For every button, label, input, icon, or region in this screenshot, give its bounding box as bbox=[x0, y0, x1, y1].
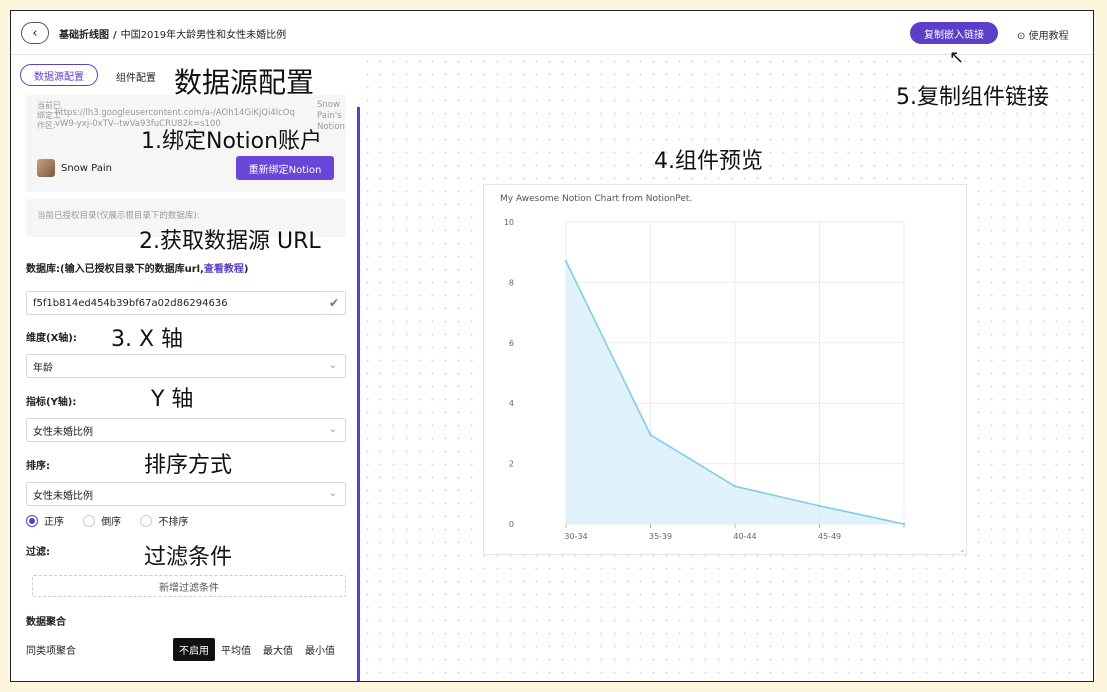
data-point bbox=[902, 522, 906, 526]
radio-label: 不排序 bbox=[158, 517, 189, 528]
sort-field-select[interactable]: 女性未婚比例 ⌄ bbox=[26, 482, 346, 506]
chevron-down-icon: ⌄ bbox=[328, 360, 337, 371]
annotation-title: 数据源配置 bbox=[174, 66, 315, 99]
back-button[interactable]: ‹ bbox=[21, 22, 49, 44]
radio-dot bbox=[83, 514, 96, 527]
y-axis-select[interactable]: 女性未婚比例 ⌄ bbox=[26, 418, 346, 442]
check-icon: ✔ bbox=[328, 296, 339, 310]
agg-option-min[interactable]: 最小值 bbox=[299, 638, 341, 661]
radio-no-sort[interactable]: 不排序 bbox=[140, 513, 188, 528]
y-tick-label: 8 bbox=[509, 278, 514, 287]
sort-field-value: 女性未婚比例 bbox=[33, 490, 93, 502]
radio-label: 倒序 bbox=[101, 517, 122, 528]
annotation-y-axis: Y 轴 bbox=[151, 387, 194, 412]
annotation-preview: 4.组件预览 bbox=[654, 149, 763, 174]
y-tick-label: 4 bbox=[509, 399, 514, 408]
view-tutorial-link[interactable]: 查看教程 bbox=[204, 264, 244, 275]
y-tick-label: 6 bbox=[509, 339, 514, 348]
app-window: ‹ 基础折线图 / 中国2019年大龄男性和女性未婚比例 复制嵌入链接 ⊙ 使用教程… bbox=[10, 10, 1094, 682]
database-url-input[interactable]: f5f1b814ed454b39bf67a02d86294636 ✔ bbox=[26, 291, 346, 315]
y-tick-label: 10 bbox=[504, 218, 514, 227]
rebind-notion-button[interactable]: 重新绑定Notion bbox=[236, 156, 334, 180]
y-tick-label: 2 bbox=[509, 460, 514, 469]
sort-label: 排序: bbox=[26, 461, 50, 472]
page-title: 中国2019年大龄男性和女性未婚比例 bbox=[120, 30, 287, 41]
chevron-down-icon: ⌄ bbox=[328, 424, 337, 435]
question-circle-icon: ⊙ bbox=[1017, 31, 1026, 42]
arrow-up-icon: ↖ bbox=[949, 47, 965, 68]
radio-descending[interactable]: 倒序 bbox=[83, 513, 121, 528]
add-filter-button[interactable]: 新增过滤条件 bbox=[32, 575, 346, 597]
radio-dot bbox=[26, 514, 38, 527]
annotation-sort: 排序方式 bbox=[144, 453, 233, 478]
annotation-filter: 过滤条件 bbox=[144, 545, 233, 570]
sort-order-radios: 正序 倒序 不排序 bbox=[26, 513, 204, 530]
radio-dot bbox=[140, 514, 153, 527]
database-url-value: f5f1b814ed454b39bf67a02d86294636 bbox=[33, 297, 228, 309]
avatar bbox=[37, 159, 55, 177]
y-axis-value: 女性未婚比例 bbox=[33, 426, 93, 438]
tab-datasource-config[interactable]: 数据源配置 bbox=[20, 64, 98, 86]
agg-option-average[interactable]: 平均值 bbox=[215, 638, 257, 661]
agg-option-max[interactable]: 最大值 bbox=[257, 638, 299, 661]
x-axis-select[interactable]: 年龄 ⌄ bbox=[26, 354, 346, 378]
chevron-down-icon: ⌄ bbox=[328, 488, 337, 499]
x-tick-label: 40-44 bbox=[733, 532, 756, 541]
radio-ascending[interactable]: 正序 bbox=[26, 513, 64, 528]
radio-label: 正序 bbox=[44, 517, 64, 528]
annotation-x-axis: 3. X 轴 bbox=[111, 327, 184, 352]
annotation-copy-link: 5.复制组件链接 bbox=[896, 85, 1049, 110]
x-tick-label: 35-39 bbox=[649, 532, 672, 541]
breadcrumb-separator: / bbox=[113, 30, 117, 41]
y-axis-label: 指标(Y轴): bbox=[26, 397, 77, 408]
annotation-bind-notion: 1.绑定Notion账户 bbox=[141, 129, 323, 154]
help-label: 使用教程 bbox=[1028, 31, 1069, 42]
aggregation-label: 同类项聚合 bbox=[26, 646, 76, 657]
x-tick-label: 30-34 bbox=[564, 532, 587, 541]
data-point bbox=[564, 260, 568, 263]
filter-label: 过滤: bbox=[26, 547, 50, 558]
breadcrumb: 基础折线图 / 中国2019年大龄男性和女性未婚比例 bbox=[59, 26, 286, 41]
resize-handle-icon[interactable]: ⌟ bbox=[960, 544, 964, 553]
agg-option-disabled[interactable]: 不启用 bbox=[173, 638, 215, 661]
aggregation-title: 数据聚合 bbox=[26, 617, 66, 628]
authorized-directory-text: 当前已授权目录(仅展示根目录下的数据库): bbox=[37, 211, 200, 221]
chart-card[interactable]: My Awesome Notion Chart from NotionPet. … bbox=[483, 184, 967, 555]
tab-component-config[interactable]: 组件配置 bbox=[116, 69, 156, 84]
breadcrumb-main[interactable]: 基础折线图 bbox=[59, 30, 109, 41]
database-label: 数据库:(输入已授权目录下的数据库url,查看教程) bbox=[26, 260, 248, 275]
top-bar: ‹ 基础折线图 / 中国2019年大龄男性和女性未婚比例 复制嵌入链接 ⊙ 使用教程 bbox=[11, 11, 1093, 55]
database-label-text: 数据库:(输入已授权目录下的数据库url, bbox=[26, 264, 204, 275]
line-chart: 0 2 4 6 8 10 30-34 35-39 40-44 45-49 bbox=[504, 218, 906, 541]
x-tick-label: 45-49 bbox=[818, 532, 841, 541]
x-axis-value: 年龄 bbox=[33, 362, 53, 374]
back-icon: ‹ bbox=[32, 25, 38, 41]
aggregation-segmented: 不启用 平均值 最大值 最小值 bbox=[173, 638, 341, 661]
y-tick-label: 0 bbox=[509, 520, 514, 529]
account-name: Snow Pain bbox=[61, 163, 112, 174]
annotation-get-url: 2.获取数据源 URL bbox=[139, 229, 321, 254]
copy-embed-link-button[interactable]: 复制嵌入链接 bbox=[910, 22, 998, 44]
data-point bbox=[733, 485, 737, 488]
x-axis-label: 维度(X轴): bbox=[26, 333, 77, 344]
data-point bbox=[818, 504, 821, 508]
sidebar-resize-handle[interactable] bbox=[357, 107, 360, 681]
data-point bbox=[649, 433, 652, 437]
help-link[interactable]: ⊙ 使用教程 bbox=[1017, 27, 1069, 42]
database-label-end: ) bbox=[243, 264, 249, 275]
